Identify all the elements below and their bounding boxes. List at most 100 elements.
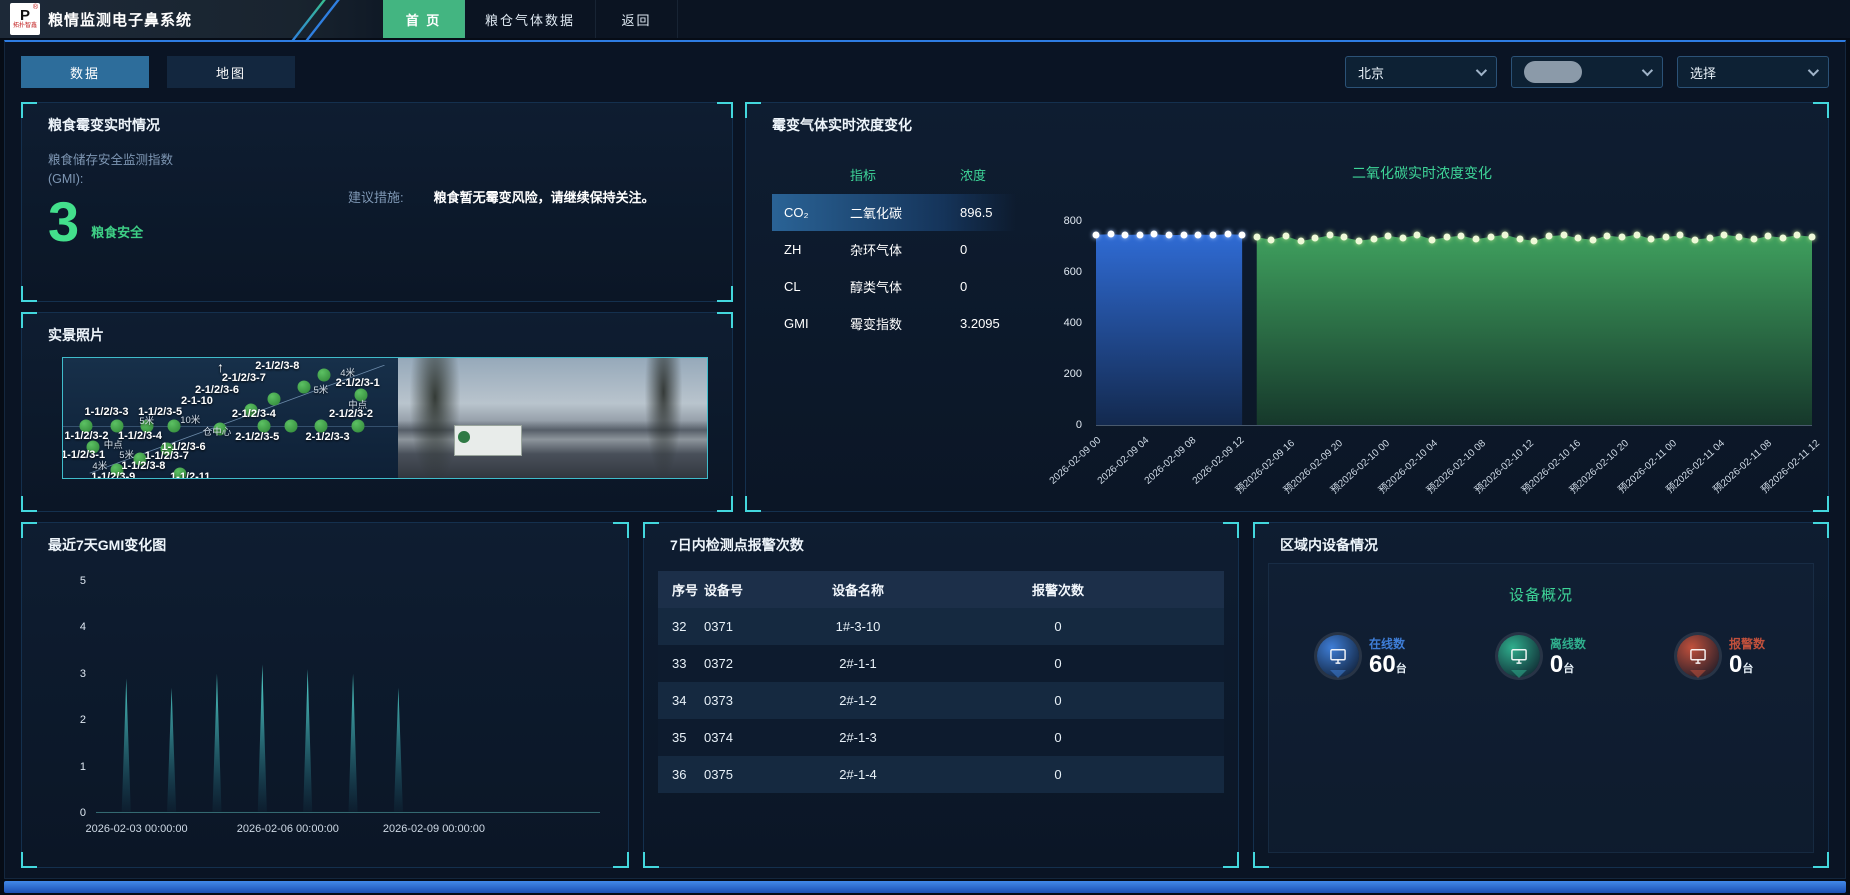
- choose-select[interactable]: 选择: [1677, 56, 1829, 88]
- corner-decoration: [1253, 852, 1269, 868]
- alarm-cell: 0: [928, 656, 1188, 671]
- gas-code: CO₂: [784, 205, 850, 220]
- y-tick-label: 200: [1064, 368, 1082, 380]
- gas-row[interactable]: ZH杂环气体0: [772, 231, 1016, 268]
- alarm-cell: 0: [928, 767, 1188, 782]
- data-point: [1794, 232, 1801, 239]
- corner-decoration: [717, 286, 733, 302]
- alarm-table-header: 序号设备号设备名称报警次数: [658, 571, 1224, 608]
- alarm-cell: 0: [928, 693, 1188, 708]
- data-point: [1297, 238, 1304, 245]
- sensor-dot[interactable]: [318, 368, 331, 381]
- data-view-button[interactable]: 数据: [21, 56, 149, 88]
- data-point: [1136, 231, 1143, 238]
- data-point: [1239, 231, 1246, 238]
- data-point: [1633, 231, 1640, 238]
- data-point: [1209, 232, 1216, 239]
- alarm-table: 序号设备号设备名称报警次数 3203711#-3-1003303722#-1-1…: [658, 571, 1224, 853]
- x-tick-label: 2026-02-03 00:00:00: [86, 823, 188, 835]
- monitor-icon: [1509, 646, 1529, 666]
- gmi-spikes: [96, 665, 600, 813]
- gas-row[interactable]: CL醇类气体0: [772, 268, 1016, 305]
- y-tick-label: 0: [80, 807, 86, 819]
- gmi-y-axis: 012345: [62, 581, 90, 813]
- data-point: [1326, 232, 1333, 239]
- sensor-label: 2-1/2/3-1: [336, 377, 380, 389]
- gas-row[interactable]: CO₂二氧化碳896.5: [772, 194, 1016, 231]
- panel-title: 粮食霉变实时情况: [22, 103, 732, 135]
- data-point: [1224, 231, 1231, 238]
- gas-code: ZH: [784, 242, 850, 257]
- alarm-header-cell: 报警次数: [928, 580, 1188, 599]
- data-point: [1166, 232, 1173, 239]
- main-nav: 首 页 粮仓气体数据 返回: [383, 0, 678, 38]
- region-select[interactable]: 北京: [1345, 56, 1497, 88]
- sensor-label: 1-1/2/3-9: [91, 471, 135, 478]
- advice-text: 粮食暂无霉变风险，请继续保持关注。: [434, 187, 655, 245]
- sensor-dot[interactable]: [267, 392, 280, 405]
- gmi-index-label: 粮食储存安全监测指数 (GMI):: [48, 151, 348, 190]
- table-row: 3203711#-3-100: [658, 608, 1224, 645]
- device-overview-subtitle: 设备概况: [1269, 564, 1813, 605]
- gas-code: GMI: [784, 316, 850, 331]
- sensor-label: 2-1/2/3-5: [235, 431, 279, 443]
- alarm-cell: 2#-1-3: [788, 730, 928, 745]
- selected-tag-chip: [1524, 61, 1582, 83]
- alarm-cell: 0: [928, 619, 1188, 634]
- nav-tab-back[interactable]: 返回: [596, 0, 678, 38]
- alarm-cell: 0372: [704, 656, 788, 671]
- data-point: [1502, 231, 1509, 238]
- app-logo: P ® 拓扑智鑫 粮情监测电子鼻系统: [0, 3, 192, 35]
- device-overview-box: 设备概况 在线数60台离线数0台报警数0台: [1268, 563, 1814, 853]
- alarm-cell: 1#-3-10: [788, 619, 928, 634]
- region-select-value: 北京: [1358, 63, 1384, 82]
- chevron-down-icon: [1476, 65, 1487, 76]
- logo-company-text: 拓扑智鑫: [13, 23, 37, 30]
- sensor-label: 5米: [139, 413, 154, 427]
- alarm-cell: 34: [658, 693, 704, 708]
- corner-decoration: [643, 852, 659, 868]
- nav-tab-gas-data[interactable]: 粮仓气体数据: [465, 0, 596, 38]
- data-point: [1429, 236, 1436, 243]
- alarm-cell: 33: [658, 656, 704, 671]
- data-point: [1604, 232, 1611, 239]
- data-point: [1472, 236, 1479, 243]
- sensor-dot[interactable]: [351, 420, 364, 433]
- data-point: [1735, 233, 1742, 240]
- device-badge-icon: [1498, 635, 1540, 677]
- sensor-label: 10米: [180, 412, 200, 426]
- gmi-x-axis: 2026-02-03 00:00:002026-02-06 00:00:0020…: [96, 823, 600, 841]
- choose-select-value: 选择: [1690, 63, 1716, 82]
- map-view-button[interactable]: 地图: [167, 56, 295, 88]
- data-point: [1399, 235, 1406, 242]
- panel-title: 实景照片: [22, 313, 732, 345]
- corner-decoration: [21, 496, 37, 512]
- site-sign: [454, 425, 522, 456]
- warehouse-select[interactable]: [1511, 56, 1663, 88]
- sensor-dot[interactable]: [298, 380, 311, 393]
- co2-y-axis: 0200400600800: [1050, 221, 1088, 425]
- data-point: [1692, 236, 1699, 243]
- panel-title: 7日内检测点报警次数: [644, 523, 1238, 555]
- logo-icon: P ® 拓扑智鑫: [10, 3, 40, 35]
- panel-title: 最近7天GMI变化图: [22, 523, 628, 555]
- header-swoosh-decoration: [298, 0, 358, 38]
- sensor-label: 5米: [313, 382, 328, 396]
- x-tick-label: 2026-02-06 00:00:00: [237, 823, 339, 835]
- site-map-strip: ↑ 2-1/2/3-84米2-1/2/3-72-1/2/3-15米2-1/2/3…: [62, 357, 708, 479]
- device-stat-离线数: 离线数0台: [1498, 635, 1586, 677]
- co2-chart-title: 二氧化碳实时浓度变化: [1016, 163, 1828, 183]
- nav-tab-home[interactable]: 首 页: [383, 0, 465, 38]
- data-point: [1151, 231, 1158, 238]
- sensor-dot[interactable]: [167, 420, 180, 433]
- table-row: 3603752#-1-40: [658, 756, 1224, 793]
- table-row: 3503742#-1-30: [658, 719, 1224, 756]
- gas-indicator-table: 指标 浓度 CO₂二氧化碳896.5ZH杂环气体0CL醇类气体0GMI霉变指数3…: [746, 135, 1016, 511]
- gas-row[interactable]: GMI霉变指数3.2095: [772, 305, 1016, 342]
- device-badge-icon: [1317, 635, 1359, 677]
- chevron-down-icon: [1808, 65, 1819, 76]
- gas-name: 二氧化碳: [850, 203, 960, 222]
- corner-decoration: [1813, 852, 1829, 868]
- sensor-label: 2-1/2/3-4: [232, 408, 276, 420]
- sensor-dot[interactable]: [284, 420, 297, 433]
